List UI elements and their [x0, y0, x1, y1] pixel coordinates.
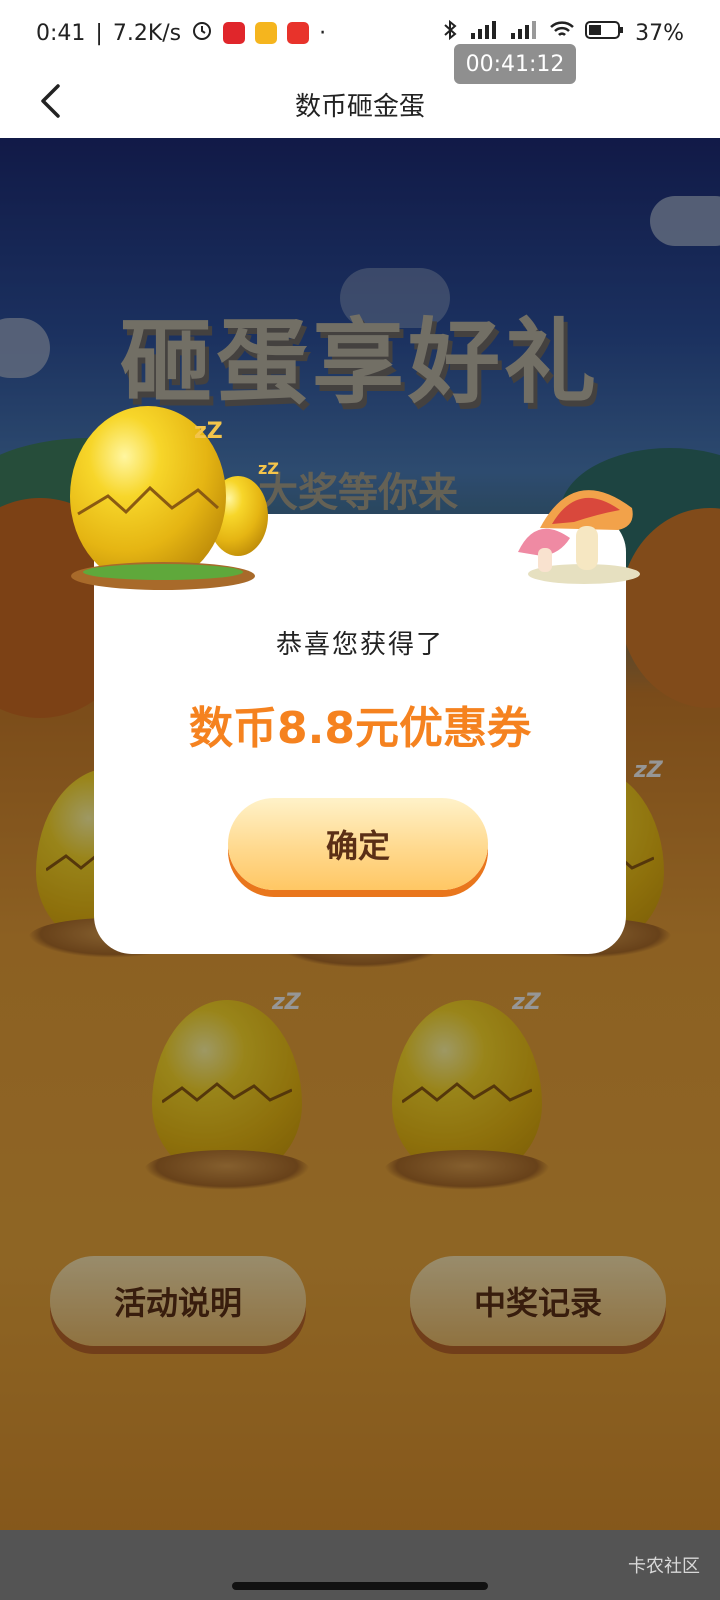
more-dot-icon: · [319, 20, 327, 46]
bank-app-icon [223, 22, 246, 44]
status-time: 0:41 [36, 20, 86, 46]
page-title: 数币砸金蛋 [294, 92, 425, 122]
mushroom-decoration [518, 490, 640, 584]
notes-app-icon [255, 22, 278, 44]
svg-text:zZ: zZ [258, 459, 279, 478]
status-bar: 0:41 | 7.2K/s · 37% [0, 0, 720, 66]
svg-text:zZ: zZ [194, 419, 223, 444]
status-divider: | [95, 20, 103, 46]
nav-bar: 数币砸金蛋 [0, 66, 720, 138]
signal-icon-1 [469, 19, 499, 47]
prize-text: 数币8.8元优惠券 [189, 703, 531, 754]
golden-eggs-decoration: zZ zZ [70, 406, 279, 590]
battery-icon [585, 19, 625, 47]
dialog-heading: 恭喜您获得了 [275, 630, 444, 660]
signal-icon-2 [509, 19, 539, 47]
network-speed: 7.2K/s [112, 20, 182, 46]
wifi-icon [549, 19, 575, 47]
recording-timer: 00:41:12 [454, 44, 576, 84]
confirm-button[interactable]: 确定 [228, 798, 488, 890]
watermark: 卡农社区 [628, 1556, 700, 1577]
alarm-icon [191, 19, 213, 47]
bluetooth-icon [441, 19, 459, 47]
battery-level: 37% [635, 20, 684, 46]
shop-app-icon [287, 22, 310, 44]
status-right: 37% [441, 19, 684, 47]
home-indicator[interactable] [232, 1582, 488, 1590]
status-left: 0:41 | 7.2K/s · [36, 19, 326, 47]
